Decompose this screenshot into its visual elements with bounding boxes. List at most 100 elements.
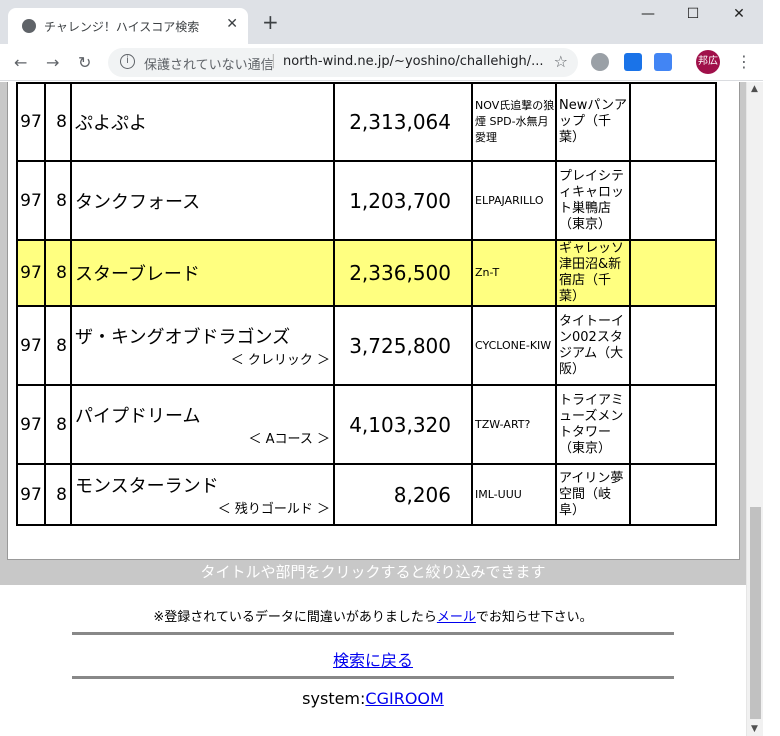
- extension-b-icon[interactable]: [624, 53, 642, 71]
- minimize-button[interactable]: —: [633, 6, 663, 22]
- year-cell: 97: [16, 384, 46, 465]
- results-frame: 97 8 ぷよぷよ 2,313,064 NOV氏追撃の狼煙 SPD-水無月愛理 Newパン…: [0, 82, 746, 585]
- table-row: 97 8 モンスターランド＜ 残りゴールド ＞ 8,206 IML-UUU アイリン夢空間…: [16, 463, 717, 526]
- empty-cell: [629, 463, 717, 526]
- year-cell: 97: [16, 305, 46, 386]
- month-cell: 8: [44, 305, 72, 386]
- score-cell: 2,313,064: [333, 82, 473, 162]
- cgiroom-link[interactable]: CGIROOM: [365, 689, 443, 708]
- table-row: 97 8 パイプドリーム＜ Aコース ＞ 4,103,320 TZW-ART? トライアミ…: [16, 384, 717, 465]
- location-cell: トライアミューズメントタワー（東京）: [555, 384, 631, 465]
- table-row: 97 8 ザ・キングオブドラゴンズ＜ クレリック ＞ 3,725,800 CYCLONE…: [16, 305, 717, 386]
- player-cell: NOV氏追撃の狼煙 SPD-水無月愛理: [471, 82, 557, 162]
- globe-icon: [22, 19, 36, 33]
- player-cell: ELPAJARILLO: [471, 160, 557, 241]
- score-cell: 2,336,500: [333, 239, 473, 307]
- player-cell: TZW-ART?: [471, 384, 557, 465]
- info-icon[interactable]: i: [120, 54, 135, 69]
- game-title[interactable]: モンスターランド: [75, 476, 219, 497]
- game-title-cell[interactable]: パイプドリーム＜ Aコース ＞: [70, 384, 335, 465]
- game-title-cell[interactable]: ザ・キングオブドラゴンズ＜ クレリック ＞: [70, 305, 335, 386]
- browser-tab[interactable]: チャレンジ！ハイスコア検索 ✕: [8, 8, 248, 44]
- notice-after: でお知らせ下さい。: [475, 610, 593, 625]
- system-credit: system:CGIROOM: [0, 689, 746, 708]
- game-title-cell[interactable]: タンクフォース: [70, 160, 335, 241]
- extension-message-icon[interactable]: [654, 53, 672, 71]
- game-title-cell[interactable]: スターブレード: [70, 239, 335, 307]
- game-title-cell[interactable]: モンスターランド＜ 残りゴールド ＞: [70, 463, 335, 526]
- forward-arrow-icon[interactable]: →: [46, 53, 59, 72]
- divider: [72, 676, 674, 679]
- system-label: system:: [302, 689, 366, 708]
- tab-title: チャレンジ！ハイスコア検索: [44, 20, 200, 34]
- filter-hint: タイトルや部門をクリックすると絞り込みできます: [200, 563, 546, 581]
- player-cell: CYCLONE-KIW: [471, 305, 557, 386]
- scroll-up-icon[interactable]: ▲: [751, 84, 758, 94]
- month-cell: 8: [44, 82, 72, 162]
- menu-kebab-icon[interactable]: ⋮: [736, 52, 752, 71]
- empty-cell: [629, 160, 717, 241]
- score-cell: 8,206: [333, 463, 473, 526]
- game-title[interactable]: ぷよぷよ: [75, 113, 147, 134]
- location-cell: ギャレッソ津田沼&新宿店（千葉）: [555, 239, 631, 307]
- empty-cell: [629, 239, 717, 307]
- year-cell: 97: [16, 160, 46, 241]
- location-cell: タイトーイン002スタジアム（大阪）: [555, 305, 631, 386]
- game-title[interactable]: ザ・キングオブドラゴンズ: [75, 327, 290, 348]
- bookmark-star-icon[interactable]: ☆: [554, 52, 568, 71]
- page-viewport: 97 8 ぷよぷよ 2,313,064 NOV氏追撃の狼煙 SPD-水無月愛理 Newパン…: [0, 82, 763, 736]
- profile-avatar[interactable]: 邦広: [696, 50, 720, 74]
- table-row: 97 8 ぷよぷよ 2,313,064 NOV氏追撃の狼煙 SPD-水無月愛理 Newパン…: [16, 82, 717, 162]
- maximize-button[interactable]: ☐: [678, 6, 708, 22]
- game-title-cell[interactable]: ぷよぷよ: [70, 82, 335, 162]
- back-to-search-link[interactable]: 検索に戻る: [333, 651, 413, 670]
- security-label: 保護されていない通信: [144, 58, 274, 73]
- reload-icon[interactable]: ↻: [78, 53, 91, 72]
- extension-chat-icon[interactable]: [591, 53, 609, 71]
- location-cell: アイリン夢空間（岐阜）: [555, 463, 631, 526]
- address-bar[interactable]: i 保護されていない通信 | north-wind.ne.jp/~yoshino…: [108, 48, 578, 77]
- empty-cell: [629, 384, 717, 465]
- url-text[interactable]: north-wind.ne.jp/~yoshino/challehigh/...: [283, 54, 543, 69]
- score-cell: 4,103,320: [333, 384, 473, 465]
- score-cell: 1,203,700: [333, 160, 473, 241]
- month-cell: 8: [44, 239, 72, 307]
- score-cell: 3,725,800: [333, 305, 473, 386]
- empty-cell: [629, 305, 717, 386]
- notice-before: ※登録されているデータに間違いがありましたら: [153, 610, 437, 625]
- divider: [72, 632, 674, 635]
- close-window-button[interactable]: ✕: [724, 6, 754, 22]
- location-cell: プレイシティキャロット巣鴨店（東京）: [555, 160, 631, 241]
- divider: |: [271, 53, 276, 69]
- scrollbar-thumb[interactable]: [750, 507, 761, 719]
- game-title[interactable]: スターブレード: [75, 264, 200, 285]
- back-arrow-icon[interactable]: ←: [14, 53, 27, 72]
- scroll-down-icon[interactable]: ▼: [751, 724, 758, 734]
- back-to-search: 検索に戻る: [0, 647, 746, 671]
- player-cell: Zn-T: [471, 239, 557, 307]
- year-cell: 97: [16, 82, 46, 162]
- notice-text: ※登録されているデータに間違いがありましたらメールでお知らせ下さい。: [0, 606, 746, 625]
- month-cell: 8: [44, 384, 72, 465]
- month-cell: 8: [44, 463, 72, 526]
- empty-cell: [629, 82, 717, 162]
- browser-tabstrip: チャレンジ！ハイスコア検索 ✕ + — ☐ ✕: [0, 0, 763, 44]
- month-cell: 8: [44, 160, 72, 241]
- player-cell: IML-UUU: [471, 463, 557, 526]
- vertical-scrollbar[interactable]: ▲ ▼: [746, 82, 763, 736]
- location-cell: Newパンアップ（千葉）: [555, 82, 631, 162]
- game-title[interactable]: タンクフォース: [75, 192, 200, 213]
- year-cell: 97: [16, 463, 46, 526]
- category-label[interactable]: ＜ 残りゴールド ＞: [75, 498, 333, 517]
- mail-link[interactable]: メール: [437, 610, 476, 625]
- table-row: 97 8 スターブレード 2,336,500 Zn-T ギャレッソ津田沼&新宿店（千葉）: [16, 239, 717, 307]
- new-tab-button[interactable]: +: [262, 12, 279, 32]
- category-label[interactable]: ＜ Aコース ＞: [75, 428, 333, 447]
- game-title[interactable]: パイプドリーム: [75, 406, 200, 427]
- table-row: 97 8 タンクフォース 1,203,700 ELPAJARILLO プレイシティキャロッ…: [16, 160, 717, 241]
- browser-toolbar: ← → ↻ i 保護されていない通信 | north-wind.ne.jp/~y…: [0, 44, 763, 81]
- tab-close-icon[interactable]: ✕: [226, 16, 238, 32]
- year-cell: 97: [16, 239, 46, 307]
- score-table: 97 8 ぷよぷよ 2,313,064 NOV氏追撃の狼煙 SPD-水無月愛理 Newパン…: [16, 82, 717, 526]
- category-label[interactable]: ＜ クレリック ＞: [75, 349, 333, 368]
